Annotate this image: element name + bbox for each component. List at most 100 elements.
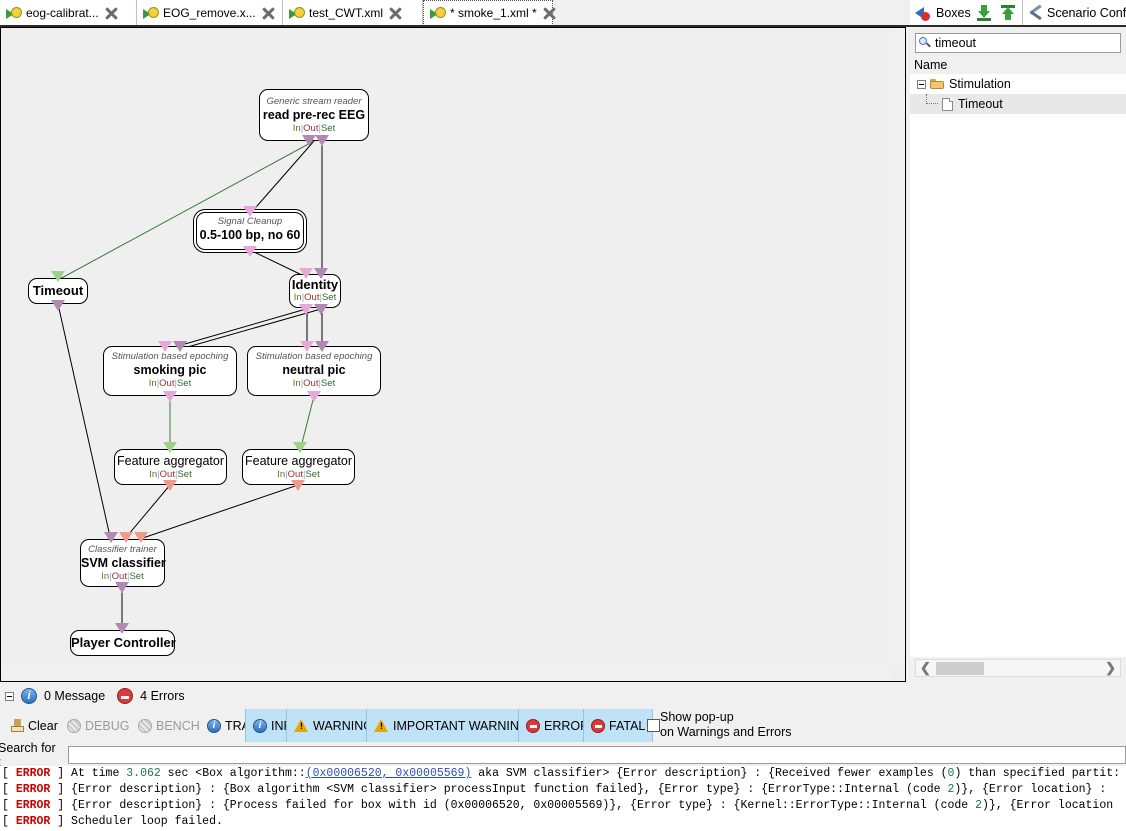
box-port-out[interactable] xyxy=(307,391,321,402)
box-title: neutral pic xyxy=(282,363,346,377)
box-port-out[interactable] xyxy=(115,582,129,593)
circle-hatched-icon xyxy=(138,718,152,733)
tab-scenario-config[interactable]: Scenario Confi xyxy=(1023,0,1126,26)
tree-item-label: Stimulation xyxy=(949,77,1011,91)
tab-smoke-1[interactable]: * smoke_1.xml * xyxy=(423,0,553,26)
tree-item-timeout[interactable]: Timeout xyxy=(910,94,1126,114)
close-icon[interactable] xyxy=(105,7,118,20)
tab-eog-remove[interactable]: EOG_remove.x... xyxy=(137,0,283,26)
box-title: smoking pic xyxy=(133,363,207,377)
application-window: eog-calibrat... EOG_remove.x... test_CWT… xyxy=(0,0,1126,831)
box-subtitle: Stimulation based epoching xyxy=(111,351,229,362)
scenario-canvas[interactable]: Generic stream reader read pre-rec EEG I… xyxy=(0,27,906,682)
box-port-out[interactable] xyxy=(315,135,329,146)
close-icon[interactable] xyxy=(543,7,556,20)
box-port-in[interactable] xyxy=(314,268,328,279)
box-port-in[interactable] xyxy=(243,206,257,217)
scenario-icon xyxy=(143,6,159,20)
boxes-icon xyxy=(915,6,933,21)
box-port-out[interactable] xyxy=(302,135,316,146)
download-icon[interactable] xyxy=(976,5,992,21)
box-port-in[interactable] xyxy=(293,442,307,453)
search-input[interactable] xyxy=(68,746,1126,764)
tab-label: test_CWT.xml xyxy=(309,6,384,20)
right-tab-underline xyxy=(910,25,1126,27)
log-output[interactable]: [ ERROR ] At time 3.062 sec <Box algorit… xyxy=(0,766,1126,831)
scenario-icon xyxy=(430,6,446,20)
box-port-out[interactable] xyxy=(299,304,313,315)
right-panel: Boxes Scenario Confi timeout Name Stimul… xyxy=(910,0,1126,682)
close-icon[interactable] xyxy=(262,7,275,20)
box-port-in[interactable] xyxy=(134,532,148,543)
tree-horizontal-scrollbar[interactable]: ❮ ❯ xyxy=(915,659,1121,677)
info-icon: i xyxy=(21,688,37,704)
box-search-input[interactable]: timeout xyxy=(915,33,1121,53)
collapse-icon[interactable] xyxy=(5,691,14,701)
box-title: SVM classifier xyxy=(81,556,166,570)
canvas-horizontal-scrollbar[interactable] xyxy=(2,665,890,680)
box-port-out[interactable] xyxy=(163,480,177,491)
box-ports: In|Out|Set xyxy=(293,292,337,303)
tree-item-stimulation[interactable]: Stimulation xyxy=(910,74,1126,94)
box-read-pre-rec-eeg[interactable]: Generic stream reader read pre-rec EEG I… xyxy=(259,89,369,141)
button-label: IMPORTANT WARNING xyxy=(393,718,529,733)
tab-eog-calibration[interactable]: eog-calibrat... xyxy=(0,0,137,26)
warning-icon xyxy=(374,719,389,732)
tab-test-cwt[interactable]: test_CWT.xml xyxy=(283,0,423,26)
box-port-in[interactable] xyxy=(104,532,118,543)
show-popup-label: Show pop-up on Warnings and Errors xyxy=(660,710,792,740)
box-port-in[interactable] xyxy=(51,271,65,282)
box-svm-classifier[interactable]: Classifier trainer SVM classifier In|Out… xyxy=(80,539,166,587)
scrollbar-thumb[interactable] xyxy=(936,662,984,675)
right-panel-tabs: Boxes Scenario Confi xyxy=(910,0,1126,27)
checkbox-icon[interactable] xyxy=(647,719,660,732)
box-port-in[interactable] xyxy=(158,341,172,352)
button-label: DEBUG xyxy=(85,718,130,733)
tree-item-label: Timeout xyxy=(958,97,1003,111)
warning-icon xyxy=(294,719,309,732)
filter-bench-button[interactable]: BENCH xyxy=(131,709,207,742)
box-port-in[interactable] xyxy=(173,341,187,352)
box-port-in[interactable] xyxy=(115,623,129,634)
box-identity[interactable]: Identity In|Out|Set xyxy=(289,274,341,308)
scroll-left-icon[interactable]: ❮ xyxy=(916,660,935,676)
box-port-in[interactable] xyxy=(163,442,177,453)
circle-hatched-icon xyxy=(67,718,81,733)
box-port-in[interactable] xyxy=(315,341,329,352)
box-port-out[interactable] xyxy=(163,391,177,402)
filter-important-warning-button[interactable]: IMPORTANT WARNING xyxy=(366,709,537,742)
box-port-out[interactable] xyxy=(291,480,305,491)
button-label: WARNING xyxy=(313,718,373,733)
canvas-vertical-scrollbar[interactable] xyxy=(890,29,905,665)
box-subtitle: Stimulation based epoching xyxy=(255,351,373,362)
close-icon[interactable] xyxy=(389,7,402,20)
box-subtitle: Signal Cleanup xyxy=(217,216,283,227)
upload-icon[interactable] xyxy=(1000,5,1016,21)
box-port-in[interactable] xyxy=(119,532,133,543)
log-search-row: Search for : xyxy=(0,741,1126,769)
scroll-right-icon[interactable]: ❯ xyxy=(1101,660,1120,676)
scenario-canvas-inner[interactable]: Generic stream reader read pre-rec EEG I… xyxy=(1,28,905,681)
editor-tab-bar: eog-calibrat... EOG_remove.x... test_CWT… xyxy=(0,0,910,27)
box-port-out[interactable] xyxy=(243,246,257,257)
error-small-icon xyxy=(526,718,540,733)
clear-button[interactable]: Clear xyxy=(4,709,65,742)
filter-debug-button[interactable]: DEBUG xyxy=(60,709,136,742)
box-port-in[interactable] xyxy=(299,268,313,279)
box-neutral-pic[interactable]: Stimulation based epoching neutral pic I… xyxy=(247,346,381,396)
collapse-icon[interactable] xyxy=(917,79,926,89)
tab-boxes[interactable]: Boxes xyxy=(910,0,1023,26)
box-smoking-pic[interactable]: Stimulation based epoching smoking pic I… xyxy=(103,346,237,396)
log-line: [ ERROR ] {Error description} : {Box alg… xyxy=(2,783,1107,796)
show-popup-line2: on Warnings and Errors xyxy=(660,725,792,739)
box-port-out[interactable] xyxy=(314,304,328,315)
box-signal-cleanup[interactable]: Signal Cleanup 0.5-100 bp, no 60 xyxy=(196,212,304,250)
box-title: Identity xyxy=(291,277,339,292)
box-tree[interactable]: Stimulation Timeout xyxy=(910,74,1126,657)
log-line: [ ERROR ] Scheduler loop failed. xyxy=(2,815,223,828)
log-line: [ ERROR ] At time 3.062 sec <Box algorit… xyxy=(2,767,1121,780)
box-port-out[interactable] xyxy=(51,300,65,311)
error-icon xyxy=(117,688,134,704)
box-ports: In|Out|Set xyxy=(148,378,192,389)
box-port-in[interactable] xyxy=(300,341,314,352)
